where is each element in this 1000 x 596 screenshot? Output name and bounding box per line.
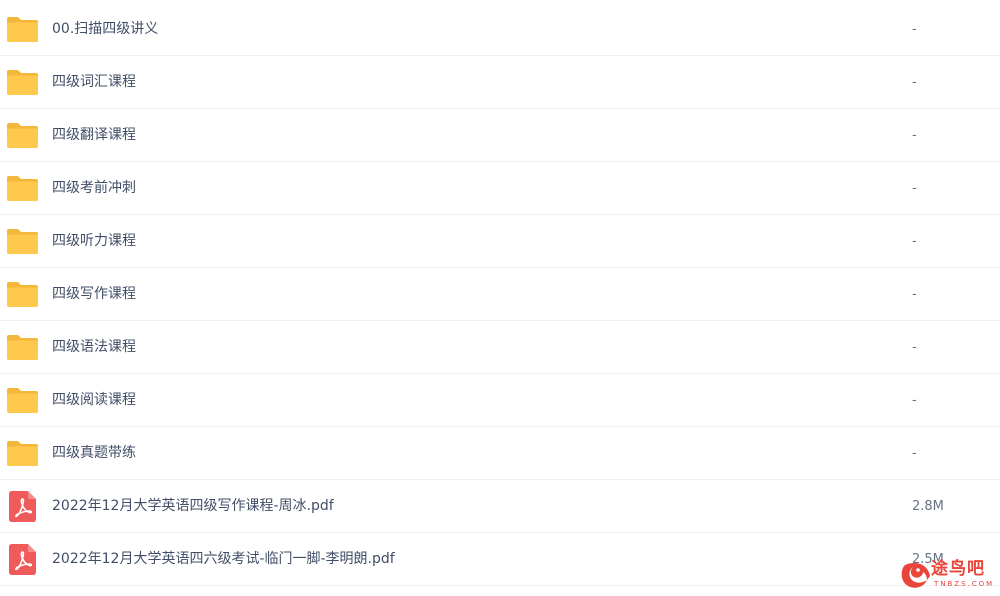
list-item-pdf[interactable]: 2022年12月大学英语四级写作课程-周冰.pdf 2.8M <box>0 480 1000 533</box>
file-name: 四级听力课程 <box>52 233 136 249</box>
folder-icon <box>7 229 38 254</box>
file-name: 四级翻译课程 <box>52 127 136 143</box>
file-name: 四级词汇课程 <box>52 74 136 90</box>
folder-icon <box>7 70 38 95</box>
pdf-icon <box>9 544 36 575</box>
list-item-folder[interactable]: 四级考前冲刺 - <box>0 162 1000 215</box>
watermark-text: 途鸟吧 <box>931 559 985 579</box>
watermark-subtext: TNBZS.COM <box>934 580 995 588</box>
list-item-folder[interactable]: 四级写作课程 - <box>0 268 1000 321</box>
list-item-folder[interactable]: 四级翻译课程 - <box>0 109 1000 162</box>
file-name: 2022年12月大学英语四六级考试-临门一脚-李明朗.pdf <box>52 551 395 567</box>
file-size: - <box>912 340 917 355</box>
watermark-logo: 途鸟吧 TNBZS.COM <box>898 558 994 592</box>
file-size: - <box>912 181 917 196</box>
file-size: - <box>912 287 917 302</box>
folder-icon <box>7 388 38 413</box>
list-item-folder[interactable]: 00.扫描四级讲义 - <box>0 3 1000 56</box>
file-size: - <box>912 446 917 461</box>
folder-icon <box>7 441 38 466</box>
list-item-folder[interactable]: 四级词汇课程 - <box>0 56 1000 109</box>
bird-logo-icon <box>901 563 930 588</box>
file-name: 四级写作课程 <box>52 286 136 302</box>
file-list: 00.扫描四级讲义 - 四级词汇课程 - 四级翻译课程 - 四级考前冲刺 - 四… <box>0 3 1000 586</box>
file-size: - <box>912 393 917 408</box>
file-name: 00.扫描四级讲义 <box>52 21 159 37</box>
file-name: 四级考前冲刺 <box>52 180 136 196</box>
file-name: 四级语法课程 <box>52 339 136 355</box>
folder-icon <box>7 123 38 148</box>
file-size: - <box>912 234 917 249</box>
file-size: - <box>912 75 917 90</box>
file-name: 四级真题带练 <box>52 445 136 461</box>
list-item-pdf[interactable]: 2022年12月大学英语四六级考试-临门一脚-李明朗.pdf 2.5M <box>0 533 1000 586</box>
list-item-folder[interactable]: 四级听力课程 - <box>0 215 1000 268</box>
folder-icon <box>7 335 38 360</box>
file-name: 四级阅读课程 <box>52 392 136 408</box>
folder-icon <box>7 282 38 307</box>
pdf-icon <box>9 491 36 522</box>
file-size: - <box>912 22 917 37</box>
list-item-folder[interactable]: 四级语法课程 - <box>0 321 1000 374</box>
list-item-folder[interactable]: 四级阅读课程 - <box>0 374 1000 427</box>
file-size: 2.8M <box>912 499 944 514</box>
file-name: 2022年12月大学英语四级写作课程-周冰.pdf <box>52 498 334 514</box>
folder-icon <box>7 17 38 42</box>
file-size: - <box>912 128 917 143</box>
folder-icon <box>7 176 38 201</box>
list-item-folder[interactable]: 四级真题带练 - <box>0 427 1000 480</box>
